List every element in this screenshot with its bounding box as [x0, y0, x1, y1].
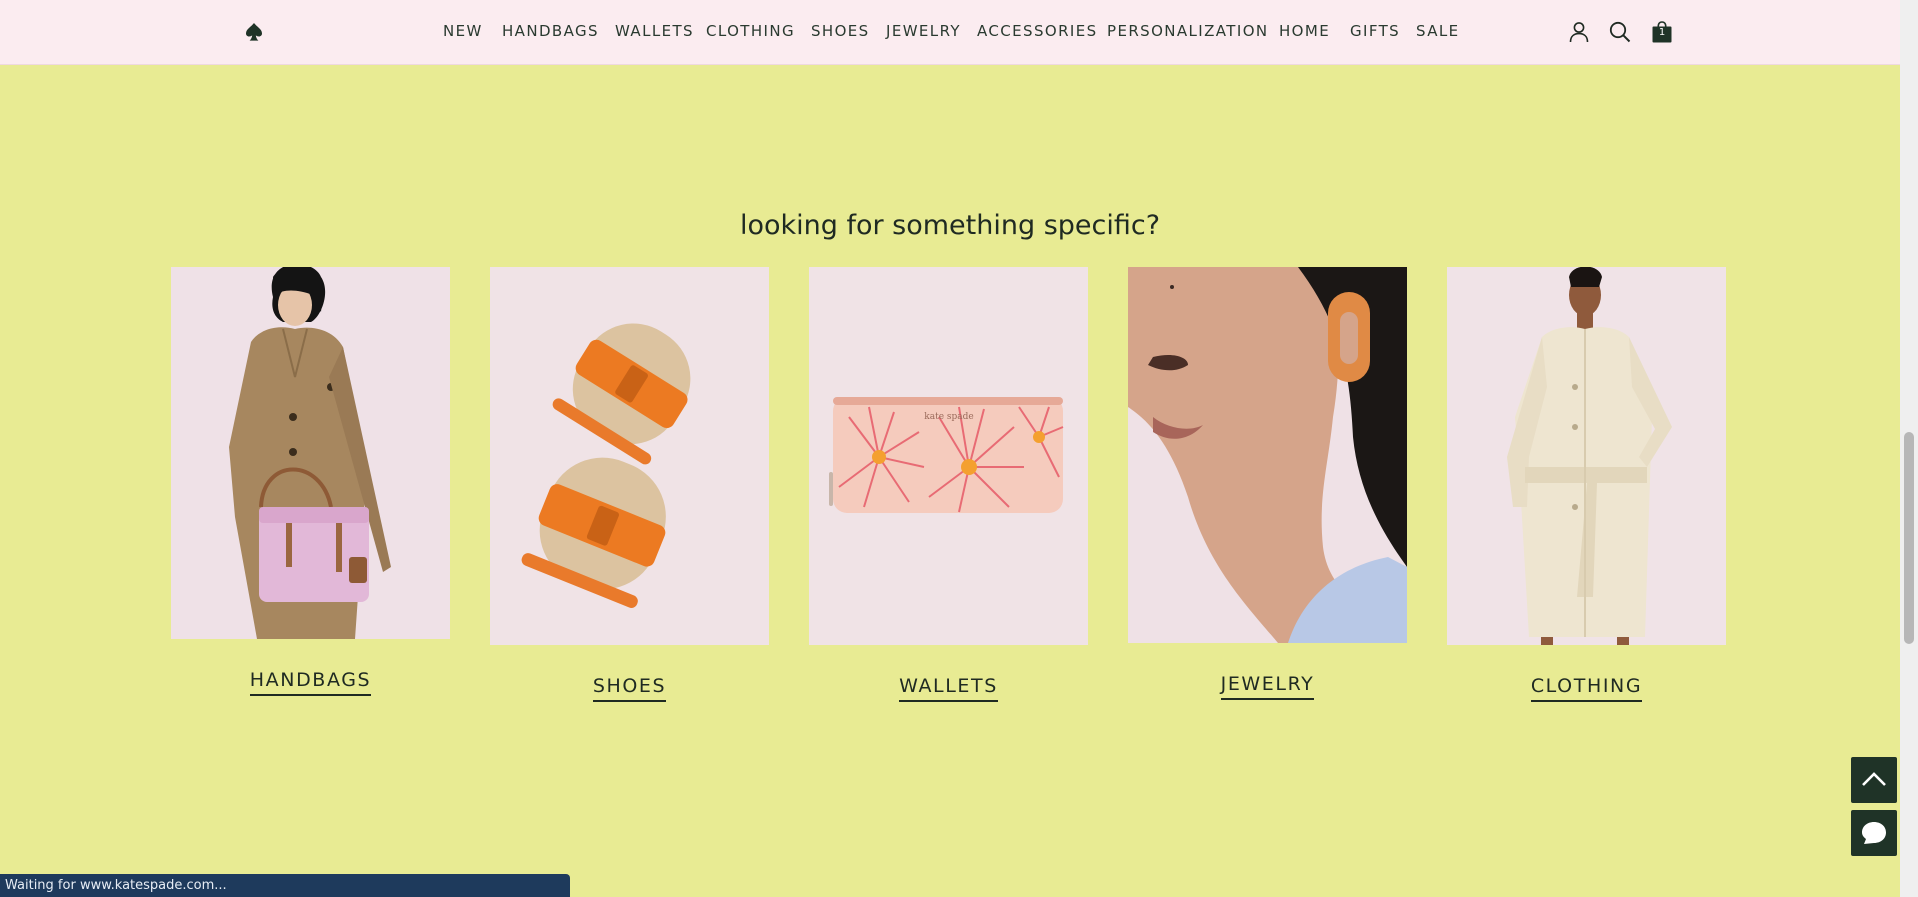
shopping-bag-icon[interactable]: 1 — [1650, 20, 1674, 44]
nav-item-jewelry[interactable]: JEWELRY — [886, 22, 961, 40]
section-title: looking for something specific? — [739, 210, 1161, 241]
nav-item-handbags[interactable]: HANDBAGS — [502, 22, 599, 40]
nav-item-wallets[interactable]: WALLETS — [615, 22, 694, 40]
scrollbar-thumb[interactable] — [1904, 432, 1914, 644]
nav-item-home[interactable]: HOME — [1279, 22, 1330, 40]
account-icon[interactable] — [1567, 20, 1591, 44]
category-link-clothing[interactable]: CLOTHING — [1447, 675, 1726, 702]
cart-count-badge: 1 — [1658, 27, 1666, 38]
nav-item-sale[interactable]: SALE — [1416, 22, 1460, 40]
nav-item-shoes[interactable]: SHOES — [811, 22, 870, 40]
wallet-brand-mark: kate spade — [924, 412, 973, 422]
browser-status-bar: Waiting for www.katespade.com... — [0, 874, 570, 897]
orange-slide-sandals-image[interactable] — [490, 267, 769, 645]
nav-item-gifts[interactable]: GIFTS — [1350, 22, 1400, 40]
category-link-jewelry[interactable]: JEWELRY — [1128, 673, 1407, 700]
woman-in-cream-coat-image[interactable] — [1447, 267, 1726, 645]
chat-icon[interactable] — [1851, 810, 1897, 856]
scroll-to-top-icon[interactable] — [1851, 757, 1897, 803]
nav-item-accessories[interactable]: ACCESSORIES — [977, 22, 1098, 40]
floral-zip-wallet-image[interactable]: kate spade — [809, 267, 1088, 645]
nav-item-clothing[interactable]: CLOTHING — [706, 22, 795, 40]
category-link-handbags[interactable]: HANDBAGS — [171, 669, 450, 696]
woman-with-pink-handbag-image[interactable] — [171, 267, 450, 639]
woman-wearing-earring-image[interactable] — [1128, 267, 1407, 643]
nav-item-personalization[interactable]: PERSONALIZATION — [1107, 22, 1269, 40]
page-scrollbar[interactable] — [1900, 0, 1918, 897]
nav-item-new[interactable]: NEW — [443, 22, 483, 40]
top-navigation: NEW HANDBAGS WALLETS CLOTHING SHOES JEWE… — [0, 0, 1900, 65]
category-link-shoes[interactable]: SHOES — [490, 675, 769, 702]
category-link-wallets[interactable]: WALLETS — [809, 675, 1088, 702]
search-icon[interactable] — [1608, 20, 1632, 44]
